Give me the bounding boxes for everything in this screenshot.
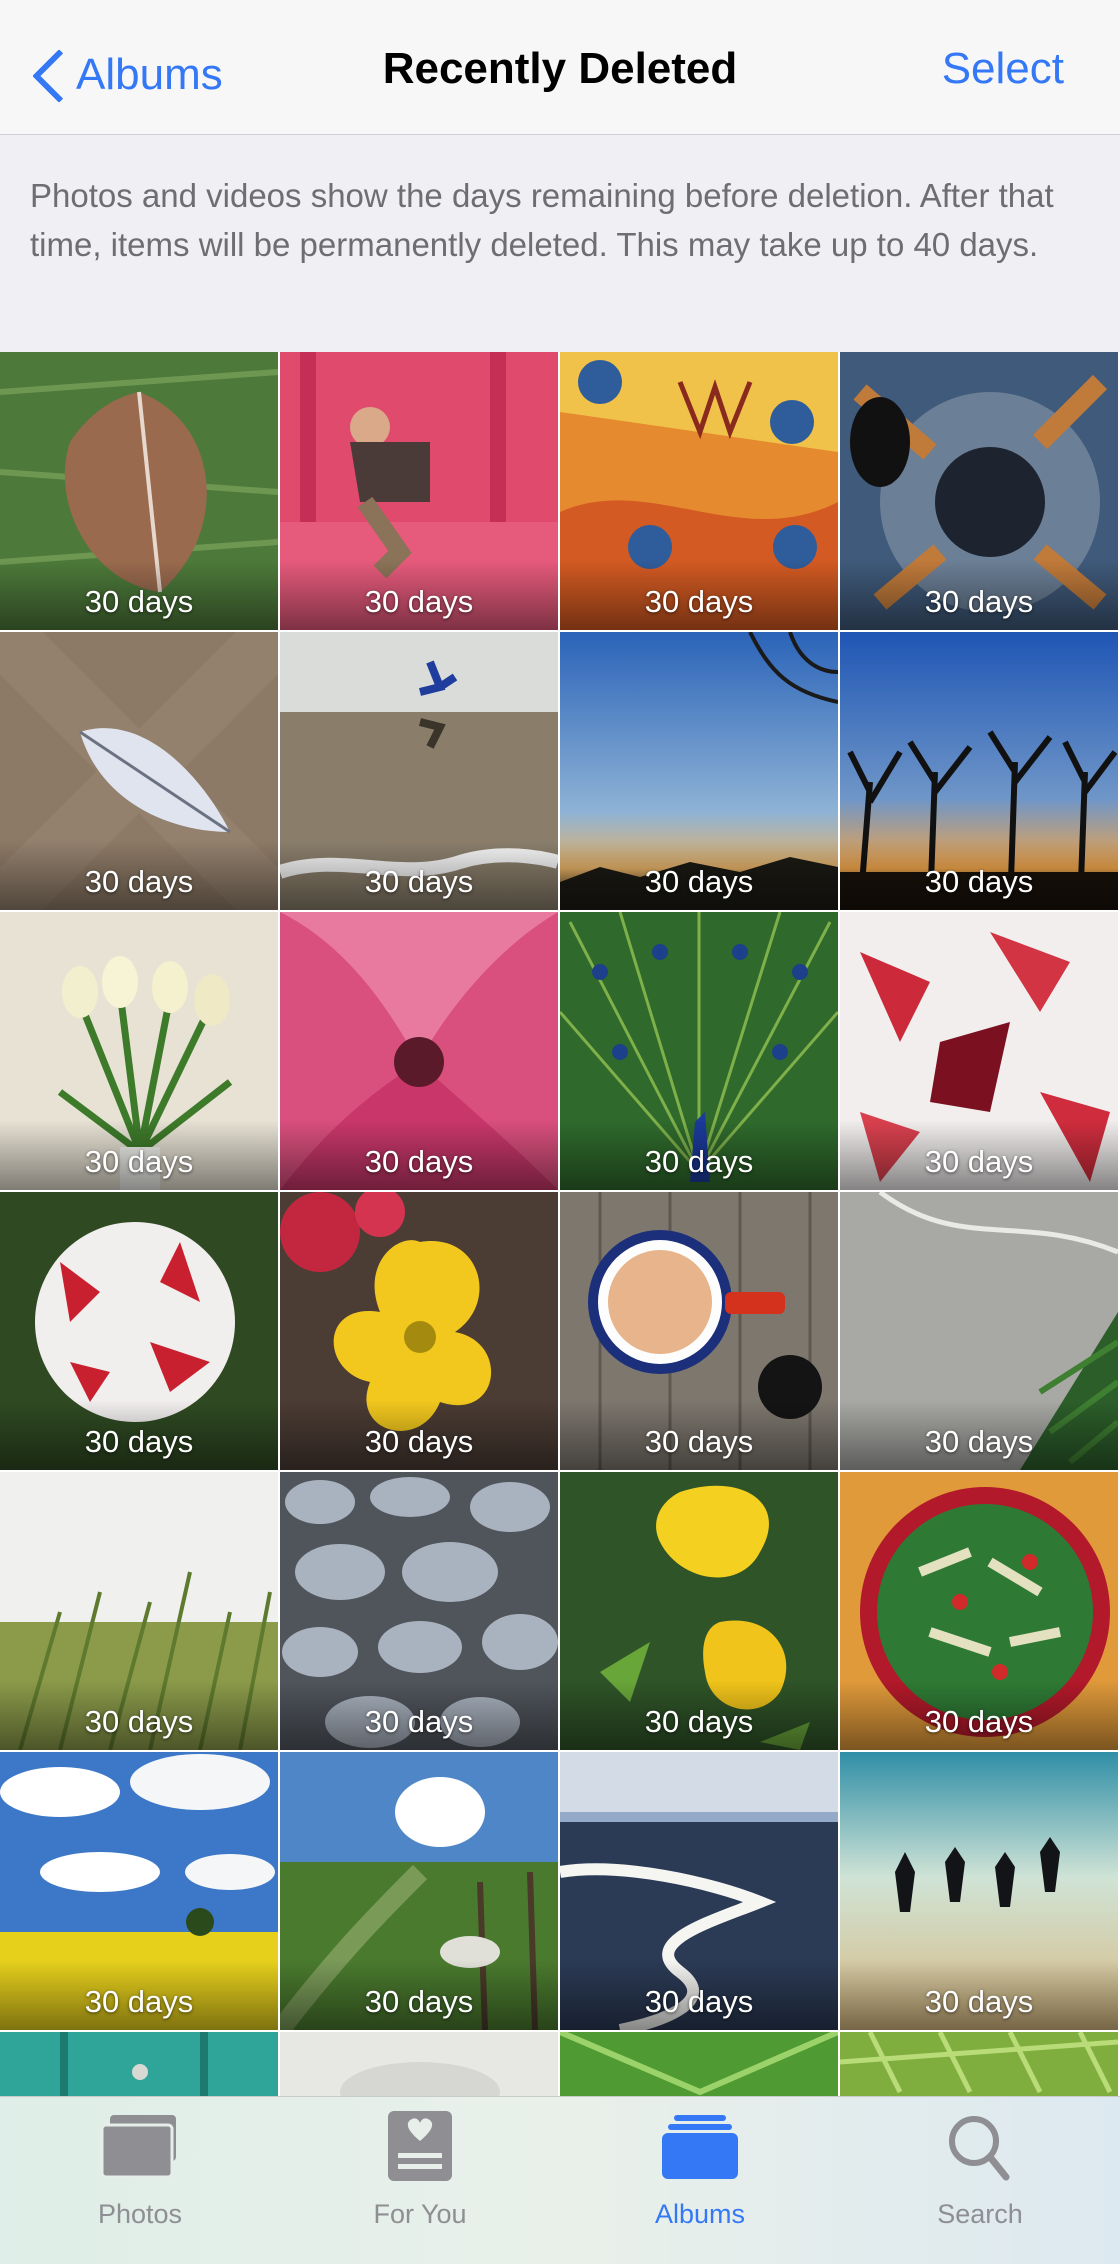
days-remaining-label: 30 days <box>84 1144 194 1179</box>
photo-thumbnail[interactable]: 30 days <box>840 912 1118 1190</box>
albums-icon <box>658 2111 742 2183</box>
search-icon <box>938 2111 1022 2183</box>
days-remaining-label: 30 days <box>924 584 1034 619</box>
info-text: Photos and videos show the days remainin… <box>30 177 1054 263</box>
days-remaining-label: 30 days <box>924 864 1034 899</box>
tab-bar: Photos For You Albums Search <box>0 2096 1120 2264</box>
photo-thumbnail[interactable]: 30 days <box>280 352 558 630</box>
days-remaining-label: 30 days <box>364 1424 474 1459</box>
photo-thumbnail[interactable]: 30 days <box>840 1752 1118 2030</box>
days-remaining-label: 30 days <box>644 1984 754 2019</box>
photo-thumbnail[interactable]: 30 days <box>0 632 278 910</box>
tab-for-you[interactable]: For You <box>320 2111 520 2251</box>
photo-thumbnail[interactable] <box>280 2032 558 2096</box>
days-remaining-label: 30 days <box>644 584 754 619</box>
days-remaining-label: 30 days <box>84 864 194 899</box>
days-remaining-label: 30 days <box>644 1704 754 1739</box>
days-remaining-label: 30 days <box>84 1984 194 2019</box>
photo-thumbnail[interactable]: 30 days <box>0 352 278 630</box>
tab-label: Photos <box>97 2199 183 2229</box>
photo-thumbnail[interactable]: 30 days <box>840 632 1118 910</box>
days-remaining-label: 30 days <box>364 864 474 899</box>
tab-label: For You <box>373 2199 467 2229</box>
photo-thumbnail[interactable]: 30 days <box>560 352 838 630</box>
tab-search[interactable]: Search <box>880 2111 1080 2251</box>
days-remaining-label: 30 days <box>924 1704 1034 1739</box>
tab-label: Albums <box>654 2199 746 2229</box>
photo-thumbnail[interactable] <box>0 2032 278 2096</box>
photo-thumbnail[interactable]: 30 days <box>280 1752 558 2030</box>
photo-thumbnail[interactable]: 30 days <box>0 1192 278 1470</box>
days-remaining-label: 30 days <box>644 864 754 899</box>
days-remaining-label: 30 days <box>84 1424 194 1459</box>
photos-icon <box>98 2111 182 2183</box>
photo-thumbnail[interactable] <box>840 2032 1118 2096</box>
photo-thumbnail[interactable]: 30 days <box>280 1472 558 1750</box>
photo-thumbnail[interactable]: 30 days <box>560 912 838 1190</box>
photo-thumbnail[interactable]: 30 days <box>0 1752 278 2030</box>
info-banner: Photos and videos show the days remainin… <box>0 135 1120 352</box>
select-button[interactable]: Select <box>942 44 1064 94</box>
photo-thumbnail[interactable]: 30 days <box>0 912 278 1190</box>
tab-albums[interactable]: Albums <box>600 2111 800 2251</box>
photo-thumbnail[interactable]: 30 days <box>560 632 838 910</box>
photo-thumbnail[interactable]: 30 days <box>0 1472 278 1750</box>
photo-thumbnail[interactable]: 30 days <box>560 1752 838 2030</box>
days-remaining-label: 30 days <box>364 584 474 619</box>
photo-thumbnail[interactable] <box>560 2032 838 2096</box>
photo-thumbnail[interactable]: 30 days <box>840 1192 1118 1470</box>
photo-thumbnail[interactable]: 30 days <box>280 632 558 910</box>
photo-thumbnail[interactable]: 30 days <box>280 1192 558 1470</box>
for-you-icon <box>378 2111 462 2183</box>
tab-photos[interactable]: Photos <box>40 2111 240 2251</box>
photo-grid: 30 days 30 days 30 days 30 days 30 days … <box>0 352 1120 2096</box>
days-remaining-label: 30 days <box>364 1984 474 2019</box>
screen: Albums Recently Deleted Select Photos an… <box>0 0 1120 2264</box>
photo-thumbnail[interactable]: 30 days <box>840 1472 1118 1750</box>
navigation-bar: Albums Recently Deleted Select <box>0 0 1120 135</box>
days-remaining-label: 30 days <box>644 1424 754 1459</box>
days-remaining-label: 30 days <box>364 1704 474 1739</box>
photo-thumbnail[interactable]: 30 days <box>560 1192 838 1470</box>
photo-thumbnail[interactable]: 30 days <box>280 912 558 1190</box>
days-remaining-label: 30 days <box>924 1424 1034 1459</box>
days-remaining-label: 30 days <box>644 1144 754 1179</box>
days-remaining-label: 30 days <box>924 1984 1034 2019</box>
days-remaining-label: 30 days <box>84 1704 194 1739</box>
photo-thumbnail[interactable]: 30 days <box>560 1472 838 1750</box>
photo-thumbnail[interactable]: 30 days <box>840 352 1118 630</box>
days-remaining-label: 30 days <box>84 584 194 619</box>
days-remaining-label: 30 days <box>364 1144 474 1179</box>
days-remaining-label: 30 days <box>924 1144 1034 1179</box>
tab-label: Search <box>937 2199 1023 2229</box>
